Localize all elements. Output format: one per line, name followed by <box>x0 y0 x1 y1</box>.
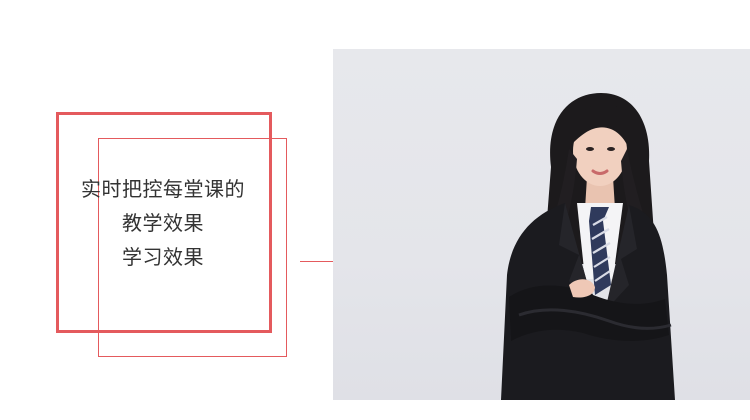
slogan-line-1: 实时把控每堂课的 <box>81 177 245 201</box>
portrait-photo <box>333 49 750 400</box>
woman-portrait-illustration <box>501 93 675 400</box>
slogan-line-3: 学习效果 <box>122 245 204 269</box>
slogan-line-2: 教学效果 <box>122 211 204 235</box>
slogan-text: 实时把控每堂课的 教学效果 学习效果 <box>58 172 268 274</box>
